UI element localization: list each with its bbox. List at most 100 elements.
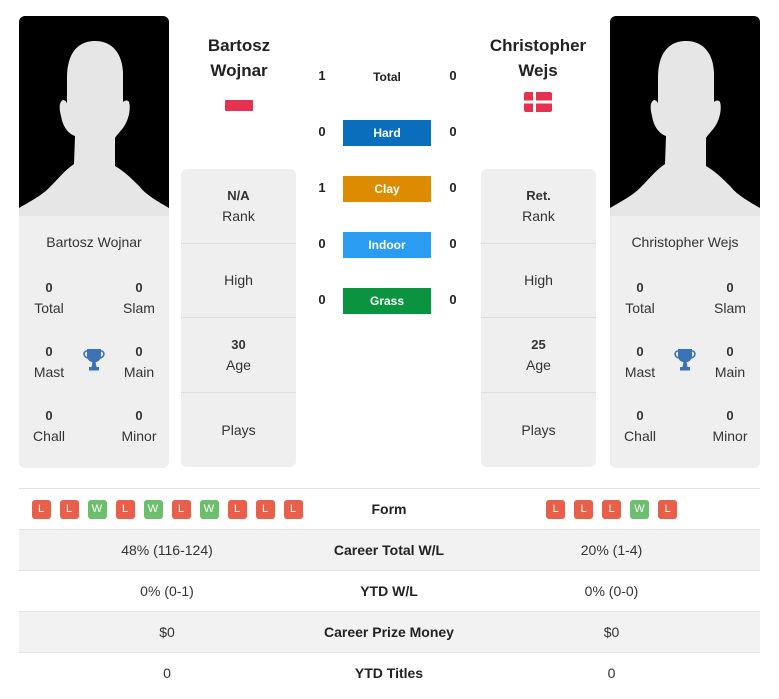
stat-label: Mast <box>624 364 656 380</box>
h2h-total-label: Total <box>373 70 401 84</box>
player1-form-badge-loss[interactable]: L <box>115 499 135 519</box>
player2-form-badge-loss[interactable]: L <box>546 499 565 519</box>
player1-stat-main: 0 Main <box>109 342 169 382</box>
player2-form-badges: LLLWL <box>546 499 677 519</box>
player1-form-badge-loss[interactable]: L <box>255 499 275 519</box>
stat-label: Mast <box>33 364 65 380</box>
stat-label: Chall <box>624 428 656 444</box>
player2-name[interactable]: Christopher Wejs <box>473 33 603 83</box>
player1-photo[interactable] <box>19 16 169 216</box>
denmark-flag-icon <box>524 92 552 112</box>
player2-photo[interactable] <box>610 16 760 216</box>
stat-label: Slam <box>123 300 155 316</box>
player1-first-name: Bartosz <box>207 36 271 55</box>
player1-info: N/A Rank High 30 Age Plays <box>181 169 296 467</box>
age-value: 30 <box>231 336 246 352</box>
h2h-total-p2: 0 <box>449 68 457 83</box>
row-label: Career Prize Money <box>324 624 454 640</box>
row-label: Career Total W/L <box>333 542 445 558</box>
player2-plays: Plays <box>481 393 596 468</box>
player1-form-badge-win[interactable]: W <box>143 499 163 519</box>
player2-form-badge-win[interactable]: W <box>630 499 649 519</box>
player1-form-badge-win[interactable]: W <box>87 499 107 519</box>
player-silhouette-icon <box>610 40 760 216</box>
surface-hard-button[interactable]: Hard <box>343 120 431 146</box>
rank-value: Ret. <box>526 187 551 203</box>
player1-stat-mast: 0 Mast <box>19 342 79 382</box>
player2-last-name: Wejs <box>518 61 558 80</box>
stat-value: 0 <box>726 280 734 295</box>
stat-value: 0 <box>726 408 734 423</box>
player1-value: 48% (116-124) <box>121 542 213 558</box>
stat-value: 0 <box>135 408 143 423</box>
plays-label: Plays <box>221 421 256 438</box>
player2-card-name[interactable]: Christopher Wejs <box>610 234 760 250</box>
player1-stat-slam: 0 Slam <box>109 278 169 318</box>
stat-value: 0 <box>135 280 143 295</box>
table-row: 0% (0-1) YTD W/L 0% (0-0) <box>19 570 760 611</box>
player1-stat-total: 0 Total <box>19 278 79 318</box>
player1-card: Bartosz Wojnar 0 Total 0 Slam 0 Mast 0 M… <box>19 16 169 468</box>
h2h-hard-p2: 0 <box>449 124 457 139</box>
stat-label: Slam <box>714 300 746 316</box>
player1-stat-chall: 0 Chall <box>19 406 79 446</box>
high-label: High <box>224 272 253 289</box>
plays-label: Plays <box>521 421 556 438</box>
player1-card-name[interactable]: Bartosz Wojnar <box>19 234 169 250</box>
player2-form-badge-loss[interactable]: L <box>602 499 621 519</box>
h2h-hard-p1: 0 <box>318 124 326 139</box>
surface-indoor-button[interactable]: Indoor <box>343 232 431 258</box>
stat-label: Main <box>123 364 155 380</box>
player1-form-badge-loss[interactable]: L <box>171 499 191 519</box>
h2h-indoor-p1: 0 <box>318 236 326 251</box>
trophy-icon <box>672 347 698 373</box>
player2-form-badge-loss[interactable]: L <box>574 499 593 519</box>
player1-form-badge-loss[interactable]: L <box>283 499 303 519</box>
h2h-indoor-p2: 0 <box>449 236 457 251</box>
h2h-clay-p1: 1 <box>318 180 326 195</box>
player2-first-name: Christopher <box>489 36 587 55</box>
player1-form-badge-loss[interactable]: L <box>31 499 51 519</box>
player-silhouette-icon <box>19 40 169 216</box>
table-row: $0 Career Prize Money $0 <box>19 611 760 652</box>
row-label: YTD W/L <box>360 583 418 599</box>
player2-stat-slam: 0 Slam <box>700 278 760 318</box>
player1-high: High <box>181 244 296 318</box>
player1-form-badge-win[interactable]: W <box>199 499 219 519</box>
surface-grass-button[interactable]: Grass <box>343 288 431 314</box>
player2-value: 20% (1-4) <box>580 542 643 558</box>
stat-value: 0 <box>636 280 644 295</box>
player2-stat-minor: 0 Minor <box>700 406 760 446</box>
stat-value: 0 <box>636 408 644 423</box>
stat-value: 0 <box>45 408 53 423</box>
player1-name[interactable]: Bartosz Wojnar <box>174 33 304 83</box>
player1-stat-minor: 0 Minor <box>109 406 169 446</box>
row-label: YTD Titles <box>354 665 424 681</box>
stat-label: Chall <box>33 428 65 444</box>
player2-info: Ret. Rank High 25 Age Plays <box>481 169 596 467</box>
player1-last-name: Wojnar <box>210 61 268 80</box>
player1-rank: N/A Rank <box>181 169 296 244</box>
player1-form-badges: LLWLWLWLLL <box>31 499 303 519</box>
player1-plays: Plays <box>181 393 296 468</box>
player2-value: 0 <box>607 665 616 681</box>
player2-value: 0% (0-0) <box>584 583 639 599</box>
player2-card: Christopher Wejs 0 Total 0 Slam 0 Mast 0… <box>610 16 760 468</box>
stat-label: Minor <box>121 428 157 444</box>
player1-value: 0% (0-1) <box>140 583 194 599</box>
player1-form: LLWLWLWLLL <box>19 489 315 529</box>
player1-form-badge-loss[interactable]: L <box>59 499 79 519</box>
surface-clay-button[interactable]: Clay <box>343 176 431 202</box>
player2-high: High <box>481 244 596 318</box>
age-label: Age <box>526 356 551 373</box>
player1-form-badge-loss[interactable]: L <box>227 499 247 519</box>
trophy-icon <box>81 347 107 373</box>
stat-value: 0 <box>726 344 734 359</box>
stat-value: 0 <box>636 344 644 359</box>
player2-form-badge-loss[interactable]: L <box>658 499 677 519</box>
player2-value: $0 <box>603 624 620 640</box>
rank-label: Rank <box>222 207 255 224</box>
player2-stat-mast: 0 Mast <box>610 342 670 382</box>
age-label: Age <box>226 356 251 373</box>
player1-value: 0 <box>163 665 171 681</box>
